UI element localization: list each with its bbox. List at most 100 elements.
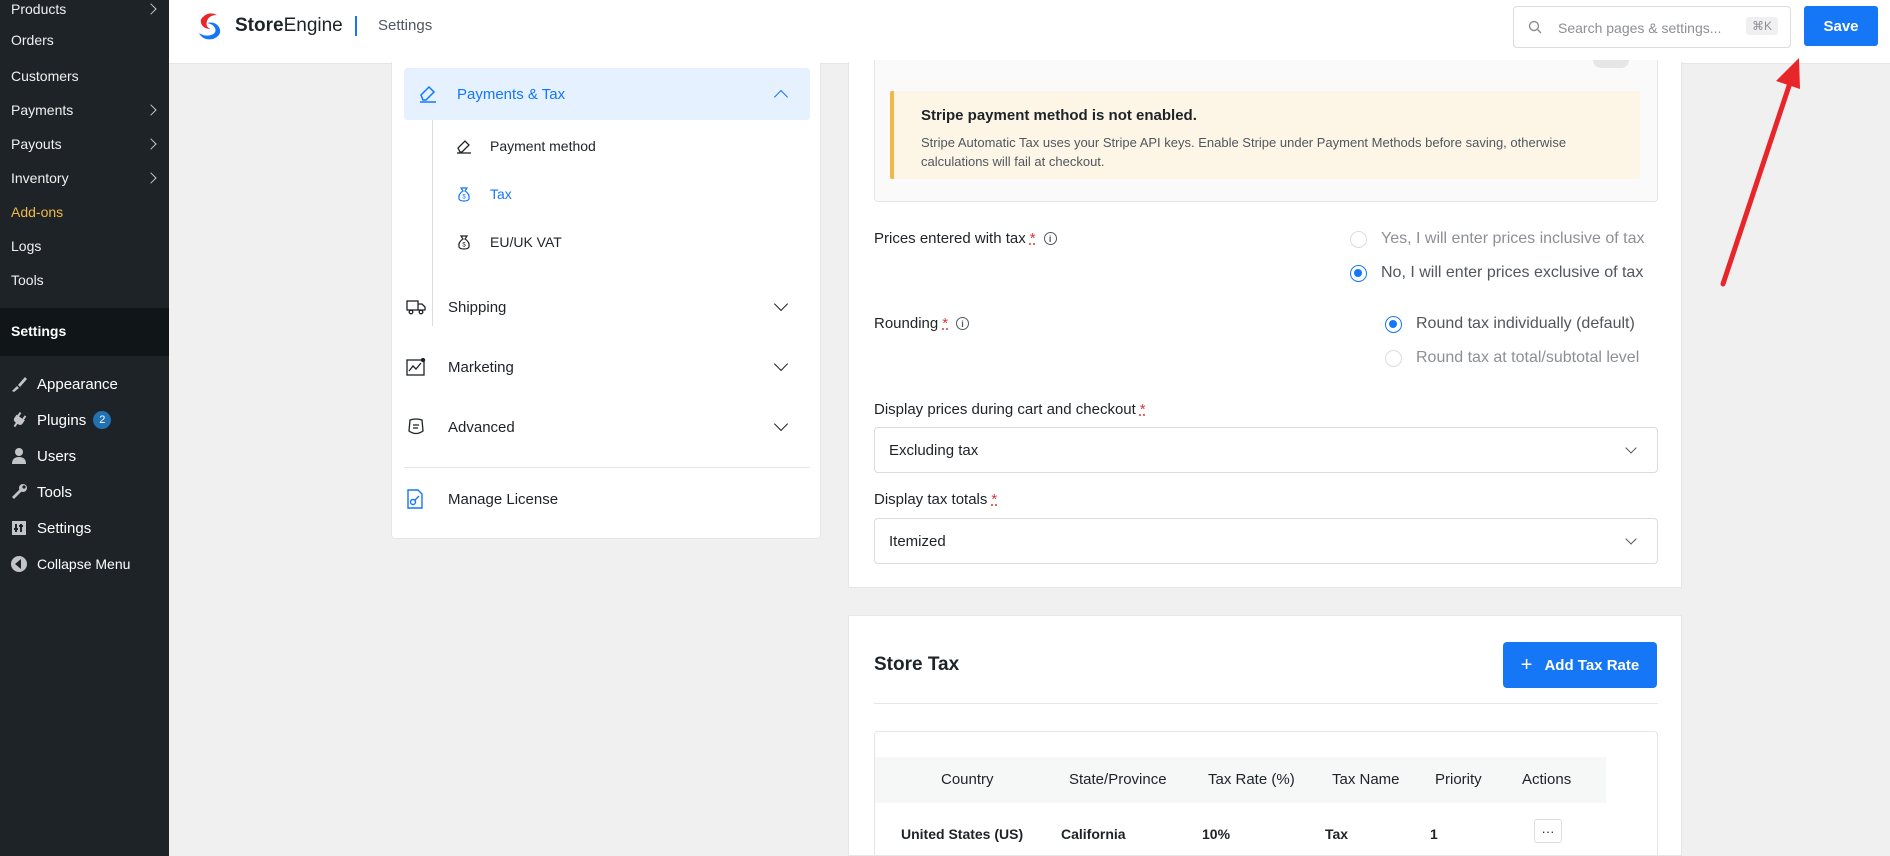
wp-menu-tools[interactable]: Tools: [0, 475, 169, 509]
nav-group-shipping[interactable]: Shipping: [406, 287, 810, 327]
nav-sub-tax[interactable]: $ Tax: [456, 186, 512, 202]
advanced-icon: [406, 418, 428, 436]
wp-menu-orders[interactable]: Orders: [0, 32, 169, 48]
brand-name-bold: Store: [235, 15, 284, 36]
settings-icon: [10, 519, 28, 537]
info-icon[interactable]: i: [1043, 232, 1057, 245]
radio-button[interactable]: [1350, 264, 1367, 282]
wp-menu-products[interactable]: Products: [0, 0, 169, 18]
nav-sub-payment-method[interactable]: Payment method: [456, 138, 596, 154]
radio-prices-exclusive[interactable]: No, I will enter prices exclusive of tax: [1350, 264, 1643, 282]
rounding-label: Rounding * i: [874, 315, 970, 332]
nav-group-label: Payments & Tax: [457, 86, 566, 103]
radio-prices-inclusive[interactable]: Yes, I will enter prices inclusive of ta…: [1350, 230, 1645, 248]
stripe-tax-toggle[interactable]: [1593, 60, 1629, 68]
required-mark: *: [1139, 401, 1146, 418]
info-icon[interactable]: i: [956, 317, 970, 330]
brand-name: StoreEngine: [235, 15, 343, 37]
storeengine-logo[interactable]: StoreEngine: [195, 11, 343, 41]
nav-sub-label: Tax: [490, 186, 512, 202]
column-header: Tax Rate (%): [1208, 771, 1295, 788]
chart-icon: [406, 358, 428, 376]
store-tax-title: Store Tax: [874, 654, 960, 675]
nav-group-marketing[interactable]: Marketing: [406, 347, 810, 387]
chevron-down-icon: [1625, 533, 1637, 545]
wp-menu-addons[interactable]: Add-ons: [0, 202, 169, 222]
chevron-down-icon: [773, 416, 789, 432]
wp-menu-label: Plugins: [37, 411, 87, 429]
radio-label: Round tax at total/subtotal level: [1416, 349, 1640, 366]
select-value: Itemized: [889, 533, 946, 550]
wp-menu-users[interactable]: Users: [0, 439, 169, 473]
nav-group-advanced[interactable]: Advanced: [406, 407, 810, 447]
column-header: Country: [941, 771, 994, 788]
save-button[interactable]: Save: [1804, 6, 1878, 46]
plugins-update-badge: 2: [93, 411, 112, 429]
wp-menu-collapse[interactable]: Collapse Menu: [0, 547, 169, 581]
display-totals-select[interactable]: Itemized: [874, 518, 1658, 564]
add-tax-rate-button[interactable]: + Add Tax Rate: [1503, 642, 1657, 688]
field-label-text: Rounding: [874, 315, 939, 332]
notice-title: Stripe payment method is not enabled.: [921, 107, 1197, 124]
radio-button[interactable]: [1385, 349, 1402, 367]
search-shortcut: ⌘K: [1745, 17, 1778, 35]
wp-menu-logs[interactable]: Logs: [0, 236, 169, 256]
chevron-up-icon: [773, 89, 789, 105]
svg-text:$: $: [462, 243, 466, 249]
chevron-down-icon: [773, 356, 789, 372]
nav-divider: [404, 467, 810, 468]
brush-icon: [10, 375, 28, 393]
nav-sub-label: Payment method: [490, 138, 596, 154]
wp-menu-tools-sub[interactable]: Tools: [0, 270, 169, 290]
wrench-icon: [10, 483, 28, 501]
wp-menu-settings-current[interactable]: Settings: [0, 308, 169, 356]
divider: [874, 703, 1658, 704]
radio-button[interactable]: [1385, 315, 1402, 333]
truck-icon: [406, 299, 428, 315]
wp-menu-settings[interactable]: Settings: [0, 511, 169, 545]
radio-label: Round tax individually (default): [1416, 315, 1635, 332]
nav-group-label: Advanced: [448, 418, 515, 436]
column-header: Priority: [1435, 771, 1482, 788]
wp-menu-payouts[interactable]: Payouts: [0, 134, 169, 154]
settings-nav: Payments & Tax Payment method $ Tax $ EU…: [391, 62, 821, 539]
annotation-arrow: [1720, 58, 1800, 287]
radio-round-individually[interactable]: Round tax individually (default): [1385, 315, 1635, 333]
field-label-text: Display tax totals: [874, 491, 988, 508]
nav-sub-label: EU/UK VAT: [490, 234, 562, 250]
wp-menu-label: Appearance: [37, 375, 118, 393]
wp-menu-label: Settings: [11, 323, 67, 339]
wp-menu-customers[interactable]: Customers: [0, 66, 169, 86]
wp-menu-plugins[interactable]: Plugins 2: [0, 403, 169, 437]
column-header: Actions: [1522, 771, 1572, 788]
radio-button[interactable]: [1350, 230, 1367, 248]
row-actions-button[interactable]: ···: [1534, 819, 1562, 843]
cell-priority: 1: [1430, 826, 1438, 842]
wp-menu-appearance[interactable]: Appearance: [0, 367, 169, 401]
wp-menu-label: Inventory: [11, 170, 69, 186]
select-value: Excluding tax: [889, 442, 979, 459]
search-input[interactable]: Search pages & settings... ⌘K: [1513, 6, 1791, 48]
field-label-text: Prices entered with tax: [874, 230, 1026, 247]
radio-round-total[interactable]: Round tax at total/subtotal level: [1385, 349, 1639, 367]
add-tax-rate-label: Add Tax Rate: [1544, 656, 1640, 674]
nav-manage-license[interactable]: Manage License: [406, 479, 810, 519]
wp-menu-inventory[interactable]: Inventory: [0, 168, 169, 188]
prices-entered-label: Prices entered with tax * i: [874, 230, 1057, 247]
license-icon: [406, 489, 428, 509]
nav-sub-eu-uk-vat[interactable]: $ EU/UK VAT: [456, 234, 562, 250]
wp-menu-payments[interactable]: Payments: [0, 100, 169, 120]
brand-name-rest: Engine: [283, 15, 343, 36]
wp-admin-sidebar: Products Orders Customers Payments Payou…: [0, 0, 169, 856]
wp-menu-label: Orders: [11, 32, 54, 48]
page-title: Settings: [378, 17, 433, 34]
money-bag-icon: $: [456, 234, 472, 250]
cell-country: United States (US): [901, 826, 1024, 842]
column-header: Tax Name: [1332, 771, 1400, 788]
chevron-right-icon: [145, 138, 157, 150]
display-prices-select[interactable]: Excluding tax: [874, 427, 1658, 473]
wp-menu-label: Tools: [37, 483, 73, 501]
cell-rate: 10%: [1202, 826, 1231, 842]
nav-group-payments-tax[interactable]: Payments & Tax: [404, 68, 810, 120]
svg-text:$: $: [462, 195, 466, 201]
